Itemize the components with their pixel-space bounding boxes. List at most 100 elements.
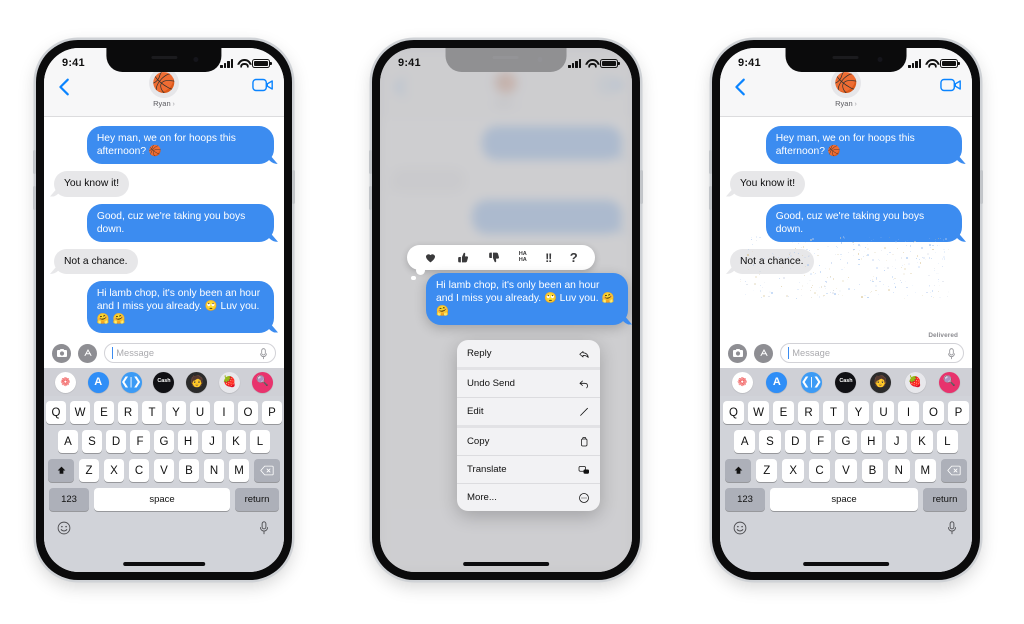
key-P[interactable]: P [948,401,969,424]
key-G[interactable]: G [835,430,856,453]
key-N[interactable]: N [204,459,224,482]
message-bubble-outgoing[interactable]: Good, cuz we're taking you boys down. [87,204,274,242]
message-bubble-incoming[interactable]: You know it! [730,171,805,196]
key-B[interactable]: B [179,459,199,482]
message-row[interactable]: Hey man, we on for hoops this afternoon?… [730,126,962,164]
key-L[interactable]: L [937,430,958,453]
key-E[interactable]: E [773,401,794,424]
key-X[interactable]: X [782,459,803,482]
image-search-icon[interactable]: 🔍 [252,372,273,393]
home-indicator[interactable] [803,562,889,566]
message-bubble-incoming[interactable]: Not a chance. [730,249,814,274]
message-input[interactable]: Message [780,343,964,363]
context-menu-item-translate[interactable]: Translate [457,456,600,484]
key-H[interactable]: H [178,430,198,453]
message-row[interactable]: You know it! [730,171,962,196]
context-menu-item-reply[interactable]: Reply [457,340,600,370]
key-W[interactable]: W [748,401,769,424]
photo-sticker-icon[interactable]: 🍓 [219,372,240,393]
message-bubble-incoming[interactable]: Not a chance. [54,249,138,274]
question-tapback[interactable]: ? [570,250,578,265]
key-Q[interactable]: Q [723,401,744,424]
space-key[interactable]: space [94,488,230,511]
shift-up-arrow-icon[interactable] [48,459,74,482]
emoji-smiley-icon[interactable] [57,521,71,540]
app-store-icon[interactable] [78,344,97,363]
contact-name[interactable]: Ryan › [835,99,857,108]
heart-tapback[interactable] [424,251,437,264]
key-G[interactable]: G [154,430,174,453]
imessage-app-drawer[interactable]: ❁ A ❮|❯ Cash 🧑 🍓 🔍 [720,368,972,396]
key-B[interactable]: B [862,459,883,482]
key-X[interactable]: X [104,459,124,482]
key-N[interactable]: N [888,459,909,482]
key-Z[interactable]: Z [756,459,777,482]
key-C[interactable]: C [129,459,149,482]
apple-cash-icon[interactable]: Cash [835,372,856,393]
message-bubble-outgoing[interactable]: Hi lamb chop, it's only been an hour and… [87,281,274,333]
power-button[interactable] [292,170,295,204]
shift-up-arrow-icon[interactable] [725,459,751,482]
focused-message-bubble[interactable]: Hi lamb chop, it's only been an hour and… [426,273,628,325]
space-key[interactable]: space [770,488,918,511]
key-V[interactable]: V [154,459,174,482]
key-O[interactable]: O [238,401,258,424]
key-C[interactable]: C [809,459,830,482]
return-key[interactable]: return [235,488,279,511]
message-row[interactable]: Hi lamb chop, it's only been an hour and… [54,281,274,333]
contact-name[interactable]: Ryan › [153,99,175,108]
app-store-icon[interactable]: A [766,372,787,393]
key-I[interactable]: I [898,401,919,424]
message-context-menu[interactable]: Reply Undo Send Edit Copy Translate More… [457,340,600,511]
tapback-reaction-bar[interactable]: HA HA !! ? [407,245,595,270]
key-T[interactable]: T [142,401,162,424]
thumbs-up-tapback[interactable] [456,251,469,264]
key-A[interactable]: A [734,430,755,453]
key-R[interactable]: R [798,401,819,424]
memoji-sticker-icon[interactable]: 🧑 [870,372,891,393]
key-J[interactable]: J [886,430,907,453]
key-K[interactable]: K [911,430,932,453]
photos-app-icon[interactable]: ❁ [732,372,753,393]
photo-sticker-icon[interactable]: 🍓 [905,372,926,393]
key-M[interactable]: M [915,459,936,482]
volume-up-button[interactable] [369,150,372,174]
key-D[interactable]: D [785,430,806,453]
facetime-video-icon[interactable] [940,77,962,93]
message-bubble-outgoing[interactable]: Hey man, we on for hoops this afternoon?… [87,126,274,164]
home-indicator[interactable] [463,562,549,566]
context-menu-item-copy[interactable]: Copy [457,428,600,456]
onscreen-keyboard[interactable]: Q W E R T Y U I O P A S D F G H J K L Z … [720,396,972,572]
key-E[interactable]: E [94,401,114,424]
imessage-app-drawer[interactable]: ❁ A ❮|❯ Cash 🧑 🍓 🔍 [44,368,284,396]
message-row[interactable]: Hey man, we on for hoops this afternoon?… [54,126,274,164]
volume-down-button[interactable] [369,186,372,210]
message-row[interactable]: Not a chance. [54,249,274,274]
microphone-icon[interactable] [947,347,956,359]
key-S[interactable]: S [82,430,102,453]
microphone-icon[interactable] [259,347,268,359]
key-M[interactable]: M [229,459,249,482]
photos-app-icon[interactable]: ❁ [55,372,76,393]
key-Y[interactable]: Y [848,401,869,424]
key-V[interactable]: V [835,459,856,482]
key-F[interactable]: F [810,430,831,453]
key-O[interactable]: O [923,401,944,424]
key-W[interactable]: W [70,401,90,424]
dictation-microphone-icon[interactable] [945,521,959,540]
volume-down-button[interactable] [709,186,712,210]
return-key[interactable]: return [923,488,967,511]
key-L[interactable]: L [250,430,270,453]
image-search-icon[interactable]: 🔍 [939,372,960,393]
message-row[interactable]: Not a chance. [730,249,962,274]
facetime-video-icon[interactable] [252,77,274,93]
key-P[interactable]: P [262,401,282,424]
key-Y[interactable]: Y [166,401,186,424]
numbers-key[interactable]: 123 [49,488,89,511]
key-Q[interactable]: Q [46,401,66,424]
back-chevron-icon[interactable] [54,76,76,98]
key-U[interactable]: U [190,401,210,424]
context-menu-item-more[interactable]: More... [457,484,600,511]
key-A[interactable]: A [58,430,78,453]
backspace-delete-icon[interactable] [254,459,280,482]
